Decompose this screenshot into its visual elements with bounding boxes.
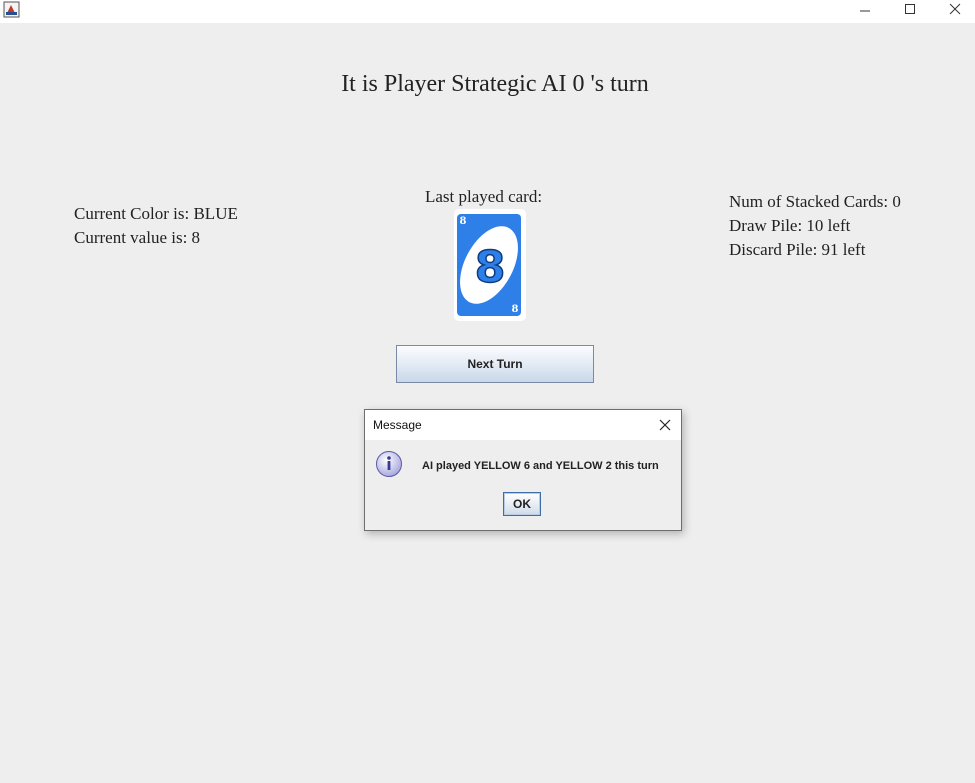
window-titlebar: [0, 0, 975, 23]
stacked-cards-label: Num of Stacked Cards: 0: [729, 192, 901, 211]
card-value-corner-top: 8: [460, 216, 467, 227]
dialog-titlebar: Message: [365, 410, 681, 440]
current-color-label: Current Color is: BLUE: [74, 204, 238, 223]
discard-pile-label: Discard Pile: 91 left: [729, 240, 866, 259]
info-icon: [375, 450, 405, 480]
current-value-label: Current value is: 8: [74, 228, 201, 247]
card-value-center: 8: [475, 242, 506, 293]
maximize-icon[interactable]: [887, 0, 933, 18]
card-value-corner-bottom: 8: [512, 304, 519, 315]
last-played-card: 8 8 8: [454, 209, 526, 321]
close-icon[interactable]: [932, 0, 975, 18]
ok-button[interactable]: OK: [503, 492, 541, 516]
message-dialog: Message AI played YELLOW 6 and YELLOW 2 …: [364, 409, 682, 531]
dialog-message: AI played YELLOW 6 and YELLOW 2 this tur…: [422, 460, 659, 472]
close-icon[interactable]: [658, 418, 672, 432]
next-turn-button[interactable]: Next Turn: [396, 345, 594, 383]
minimize-icon[interactable]: [842, 0, 888, 18]
draw-pile-label: Draw Pile: 10 left: [729, 216, 851, 235]
last-played-label: Last played card:: [425, 187, 543, 206]
java-app-icon: [3, 1, 20, 18]
dialog-title: Message: [373, 418, 422, 432]
turn-title: It is Player Strategic AI 0 's turn: [341, 71, 649, 97]
